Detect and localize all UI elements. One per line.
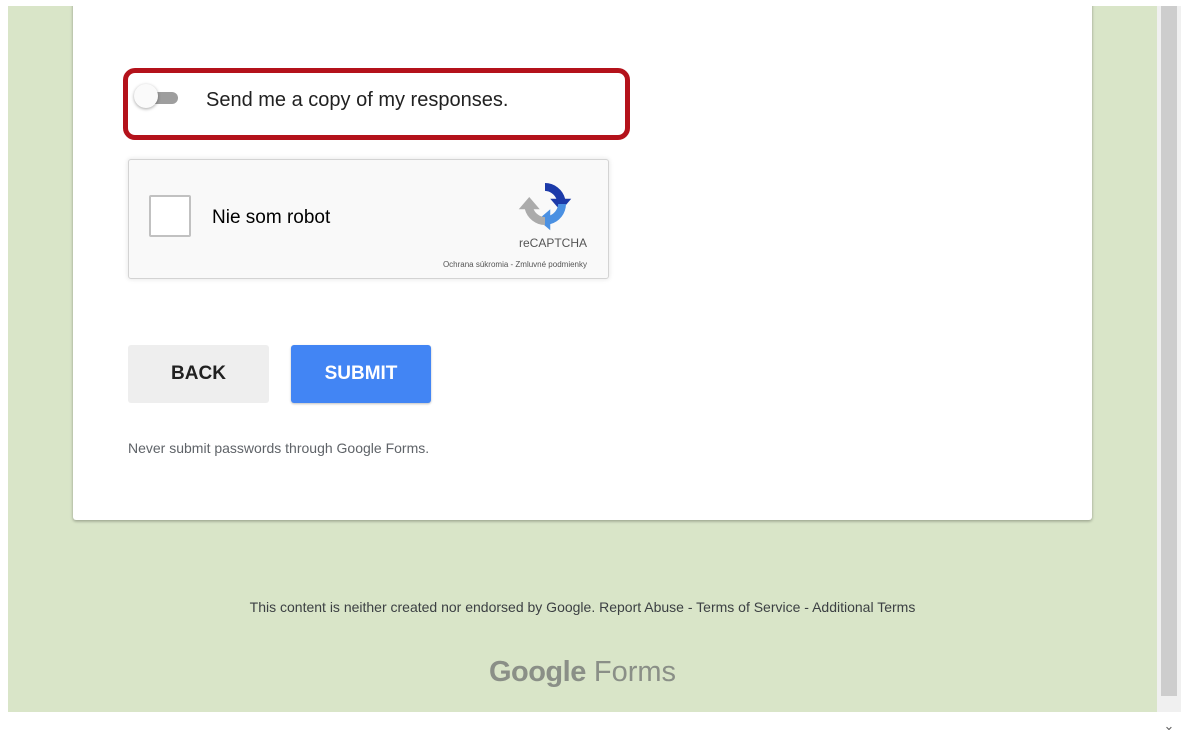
logo-forms: Forms xyxy=(593,656,677,688)
back-button[interactable]: BACK xyxy=(128,345,269,403)
copy-responses-toggle[interactable] xyxy=(128,80,188,116)
toggle-thumb xyxy=(134,84,158,108)
recaptcha-checkbox[interactable] xyxy=(149,195,191,237)
form-viewport: Send me a copy of my responses. Nie som … xyxy=(8,6,1157,712)
recaptcha-privacy-link[interactable]: Ochrana súkromia xyxy=(443,260,508,269)
recaptcha-brand: reCAPTCHA xyxy=(518,236,587,250)
disclaimer-text: This content is neither created nor endo… xyxy=(249,599,596,615)
chevron-down-icon[interactable]: ⌄ xyxy=(1157,712,1181,740)
password-warning: Never submit passwords through Google Fo… xyxy=(128,440,430,456)
footer-separator: - xyxy=(683,599,697,615)
google-forms-logo[interactable]: Google Forms xyxy=(8,656,1157,689)
footer-disclaimer: This content is neither created nor endo… xyxy=(8,599,1157,615)
recaptcha-widget: Nie som robot reCAPTCHA Ochrana súkromia… xyxy=(128,159,609,279)
recaptcha-label: Nie som robot xyxy=(212,207,331,228)
copy-responses-label[interactable]: Send me a copy of my responses. xyxy=(206,89,508,112)
footer-separator: - xyxy=(800,599,813,615)
recaptcha-logo-icon xyxy=(518,183,572,231)
additional-terms-link[interactable]: Additional Terms xyxy=(812,599,915,615)
vertical-scrollbar[interactable] xyxy=(1157,6,1181,712)
form-card: Send me a copy of my responses. Nie som … xyxy=(73,6,1092,520)
terms-of-service-link[interactable]: Terms of Service xyxy=(696,599,800,615)
scrollbar-thumb[interactable] xyxy=(1161,6,1177,696)
recaptcha-links: Ochrana súkromia - Zmluvné podmienky xyxy=(129,260,587,269)
report-abuse-link[interactable]: Report Abuse xyxy=(599,599,684,615)
recaptcha-terms-link[interactable]: Zmluvné podmienky xyxy=(515,260,587,269)
logo-google: Google xyxy=(488,656,586,688)
submit-button[interactable]: SUBMIT xyxy=(291,345,431,403)
